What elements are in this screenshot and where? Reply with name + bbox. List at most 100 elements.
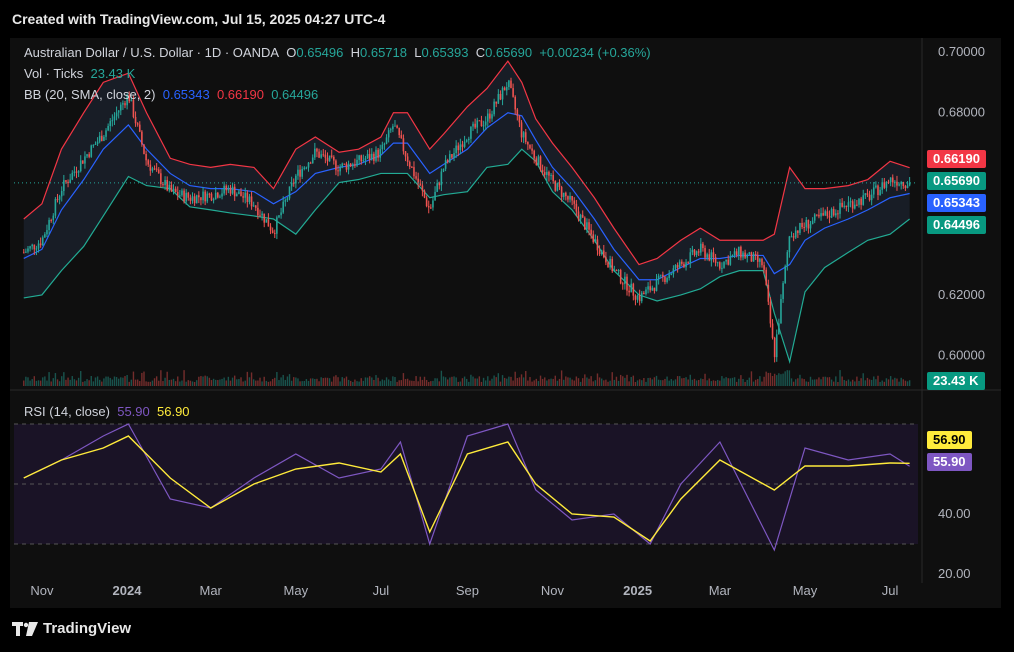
candle-body <box>649 286 651 291</box>
candle-body <box>375 149 377 161</box>
candle-body <box>322 154 325 156</box>
volume-bar <box>44 376 46 386</box>
candle-body <box>700 243 702 253</box>
volume-bar <box>349 380 352 386</box>
candle-body <box>676 264 679 268</box>
volume-bar <box>185 381 187 386</box>
volume-bar <box>343 378 346 386</box>
candle-body <box>254 205 257 208</box>
volume-bar <box>299 381 301 386</box>
candle-body <box>444 160 447 169</box>
candle-body <box>206 193 209 202</box>
candle-body <box>611 258 614 272</box>
volume-bar <box>870 379 873 386</box>
candle-body <box>864 193 867 196</box>
candle-body <box>379 149 382 158</box>
volume-bar <box>877 375 879 386</box>
volume-bar <box>535 378 538 386</box>
volume-bar <box>120 377 122 386</box>
volume-bar <box>735 381 738 386</box>
volume-bar <box>136 379 139 386</box>
candle-body <box>250 196 253 207</box>
volume-bar <box>609 380 611 386</box>
tradingview-logo-icon <box>12 621 38 636</box>
volume-bar <box>544 377 546 386</box>
volume-bar <box>73 379 76 386</box>
volume-bar <box>607 381 609 386</box>
volume-bar <box>801 378 803 386</box>
candle-body <box>113 116 116 121</box>
volume-bar <box>514 371 516 386</box>
price-axis-tick: 0.62000 <box>938 287 985 302</box>
volume-bar <box>522 377 525 386</box>
volume-bar <box>708 378 710 386</box>
volume-bar <box>660 380 662 386</box>
volume-bar <box>282 374 284 386</box>
volume-bar <box>716 379 719 386</box>
candle-body <box>535 158 538 165</box>
candle-body <box>105 130 107 137</box>
volume-legend: Vol · Ticks 23.43 K <box>24 66 136 81</box>
candle-body <box>539 156 542 170</box>
candle-body <box>318 151 320 158</box>
volume-bar <box>193 381 196 386</box>
candle-body <box>735 251 738 256</box>
volume-bar <box>444 377 447 386</box>
volume-bar <box>288 374 291 386</box>
time-axis-tick: Jul <box>373 583 390 598</box>
candle-body <box>748 252 751 255</box>
candle-body <box>721 267 723 269</box>
high-value: 0.65718 <box>360 45 407 60</box>
volume-bar <box>837 381 839 386</box>
volume-bar <box>803 379 805 386</box>
candle-body <box>191 196 194 201</box>
candle-body <box>370 153 373 160</box>
volume-bar <box>105 376 107 386</box>
candle-body <box>797 230 799 233</box>
bb-upper-badge: 0.66190 <box>927 150 986 168</box>
candle-body <box>778 323 780 335</box>
candle-body <box>524 132 527 143</box>
volume-bar <box>170 379 173 386</box>
volume-bar <box>704 373 706 386</box>
volume-bar <box>725 377 727 386</box>
candle-body <box>552 175 554 181</box>
candle-body <box>269 226 272 231</box>
volume-bar <box>293 377 295 386</box>
volume-bar <box>830 379 833 386</box>
candle-body <box>430 207 432 209</box>
candle-body <box>117 110 120 113</box>
close-value: 0.65690 <box>485 45 533 60</box>
chart-panel[interactable]: 0.70000 0.68000 0.62000 0.60000 40.00 20.00 No… <box>10 38 1001 608</box>
candle-body <box>164 179 166 186</box>
candle-body <box>486 113 489 122</box>
candle-body <box>520 122 523 138</box>
volume-bar <box>558 378 561 386</box>
candle-body <box>729 256 732 265</box>
volume-bar <box>404 379 407 386</box>
candle-body <box>887 181 890 183</box>
volume-bar <box>25 376 27 386</box>
candle-body <box>217 192 219 198</box>
candle-body <box>495 101 498 104</box>
candle-body <box>714 257 717 263</box>
volume-bar <box>425 380 428 386</box>
candle-body <box>278 215 280 218</box>
candle-body <box>271 230 274 233</box>
volume-bar <box>904 380 907 386</box>
volume-bar <box>84 381 86 386</box>
candle-body <box>801 223 803 228</box>
candle-body <box>400 135 403 139</box>
volume-bar <box>215 379 217 386</box>
candle-body <box>309 162 312 164</box>
volume-bar <box>719 380 721 386</box>
volume-bar <box>763 376 765 386</box>
candle-body <box>898 184 900 186</box>
candle-body <box>501 87 504 100</box>
candle-body <box>341 163 344 168</box>
candle-body <box>366 154 369 159</box>
volume-bar <box>354 379 356 386</box>
candle-body <box>185 192 187 202</box>
candle-body <box>94 143 97 145</box>
candle-body <box>685 262 687 268</box>
